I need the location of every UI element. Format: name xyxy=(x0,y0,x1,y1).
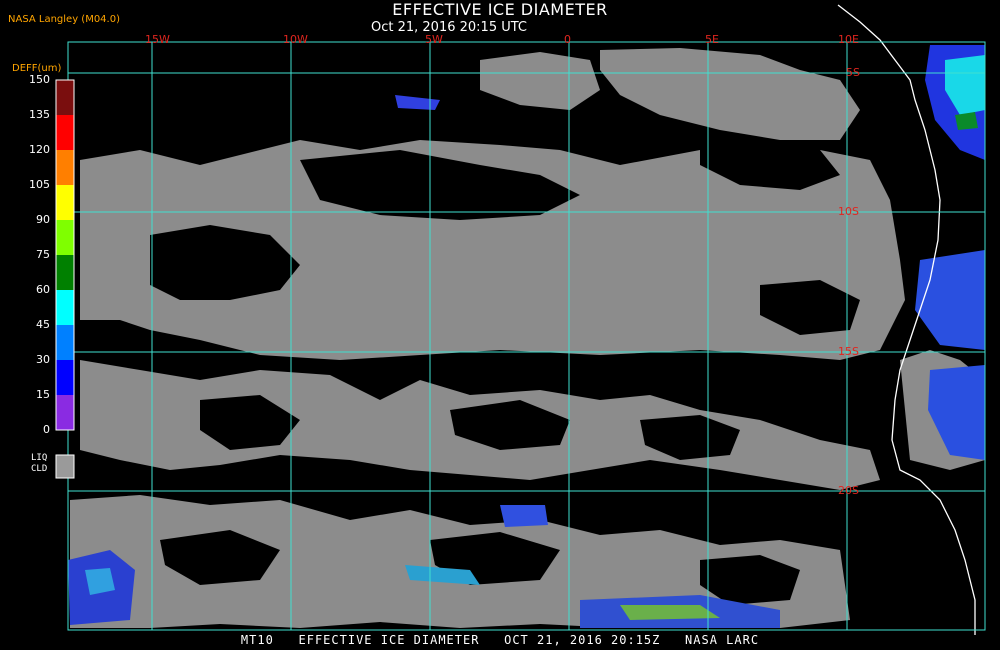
legend-swatch xyxy=(56,185,74,221)
legend-swatch xyxy=(56,255,74,291)
lat-label-5s: 5S xyxy=(846,66,860,79)
legend-tick-label: 105 xyxy=(29,178,50,191)
legend-tick-label: 90 xyxy=(36,213,50,226)
satellite-map xyxy=(0,0,1000,650)
legend-swatch xyxy=(56,290,74,326)
lon-label-0: 0 xyxy=(564,33,571,46)
legend-tick-label: 15 xyxy=(36,388,50,401)
legend-tick-label: 0 xyxy=(43,423,50,436)
lon-label-10w: 10W xyxy=(283,33,308,46)
liq-label: LIQ xyxy=(31,453,48,463)
legend-tick-label: 75 xyxy=(36,248,50,261)
lon-label-5w: 5W xyxy=(425,33,443,46)
legend-swatch xyxy=(56,360,74,396)
legend-tick-label: 45 xyxy=(36,318,50,331)
footer-caption: MT10 EFFECTIVE ICE DIAMETER OCT 21, 2016… xyxy=(240,633,760,647)
legend-colorbar xyxy=(55,79,75,431)
legend-swatch xyxy=(56,150,74,186)
lat-label-10s: 10S xyxy=(838,205,859,218)
legend-tick-label: 60 xyxy=(36,283,50,296)
legend-tick-label: 135 xyxy=(29,108,50,121)
lon-label-5e: 5E xyxy=(705,33,719,46)
legend-swatch xyxy=(56,395,74,431)
legend-tick-label: 120 xyxy=(29,143,50,156)
lon-label-10e: 10E xyxy=(838,33,859,46)
credit-label: NASA Langley (M04.0) xyxy=(8,14,120,25)
legend-swatch xyxy=(56,325,74,361)
liquid-cloud-swatch xyxy=(55,454,75,479)
cld-label: CLD xyxy=(31,464,48,474)
legend-tick-label: 150 xyxy=(29,73,50,86)
lon-label-15w: 15W xyxy=(145,33,170,46)
legend-swatch xyxy=(56,115,74,151)
legend-swatch xyxy=(56,220,74,256)
map-timestamp: Oct 21, 2016 20:15 UTC xyxy=(371,20,527,35)
lat-label-15s: 15S xyxy=(838,345,859,358)
legend-swatch xyxy=(56,80,74,116)
legend-tick-label: 30 xyxy=(36,353,50,366)
map-title: EFFECTIVE ICE DIAMETER xyxy=(392,0,608,19)
lat-label-20s: 20S xyxy=(838,484,859,497)
